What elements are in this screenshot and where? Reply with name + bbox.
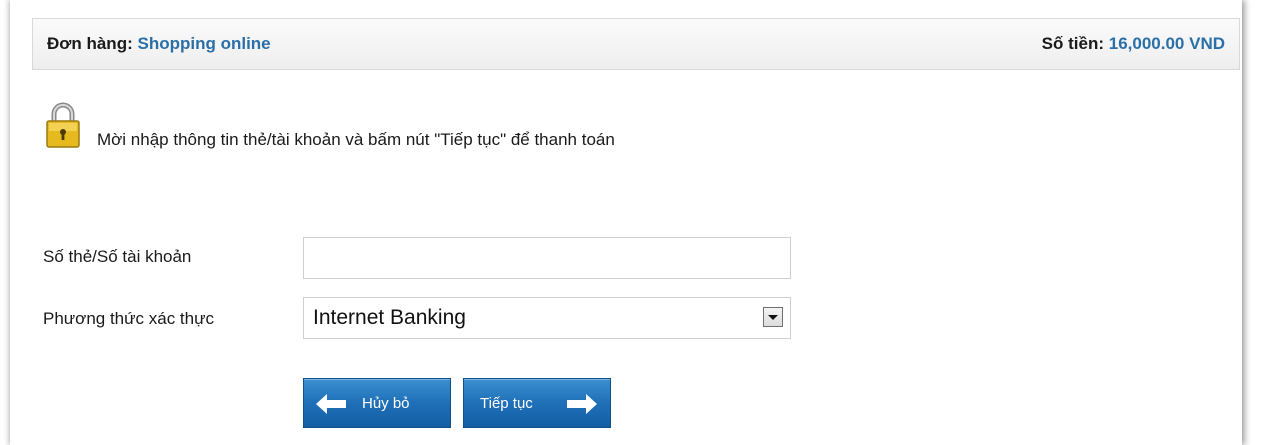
- cancel-button[interactable]: Hủy bỏ: [303, 378, 451, 428]
- order-info: Đơn hàng: Shopping online: [47, 34, 271, 54]
- continue-button[interactable]: Tiếp tục: [463, 378, 611, 428]
- card-number-input[interactable]: [303, 237, 791, 279]
- amount-info: Số tiền: 16,000.00 VND: [1042, 34, 1225, 54]
- amount-value: 16,000.00 VND: [1108, 34, 1225, 53]
- cancel-button-label: Hủy bỏ: [362, 395, 410, 412]
- continue-button-label: Tiếp tục: [480, 395, 533, 412]
- payment-panel: Đơn hàng: Shopping online Số tiền: 16,00…: [10, 0, 1242, 445]
- instruction-text: Mời nhập thông tin thẻ/tài khoản và bấm …: [97, 130, 615, 149]
- amount-label: Số tiền:: [1041, 34, 1105, 53]
- auth-method-select[interactable]: Internet Banking: [303, 297, 791, 339]
- order-value: Shopping online: [137, 34, 271, 53]
- auth-method-label: Phương thức xác thực: [43, 309, 214, 328]
- lock-icon: [46, 102, 80, 148]
- order-header: Đơn hàng: Shopping online Số tiền: 16,00…: [32, 18, 1240, 70]
- chevron-down-icon[interactable]: [763, 307, 783, 327]
- order-label: Đơn hàng:: [47, 34, 133, 53]
- card-number-label: Số thẻ/Số tài khoản: [43, 247, 192, 266]
- arrow-right-icon: [567, 394, 597, 414]
- auth-method-value: Internet Banking: [313, 306, 466, 329]
- arrow-left-icon: [316, 394, 346, 414]
